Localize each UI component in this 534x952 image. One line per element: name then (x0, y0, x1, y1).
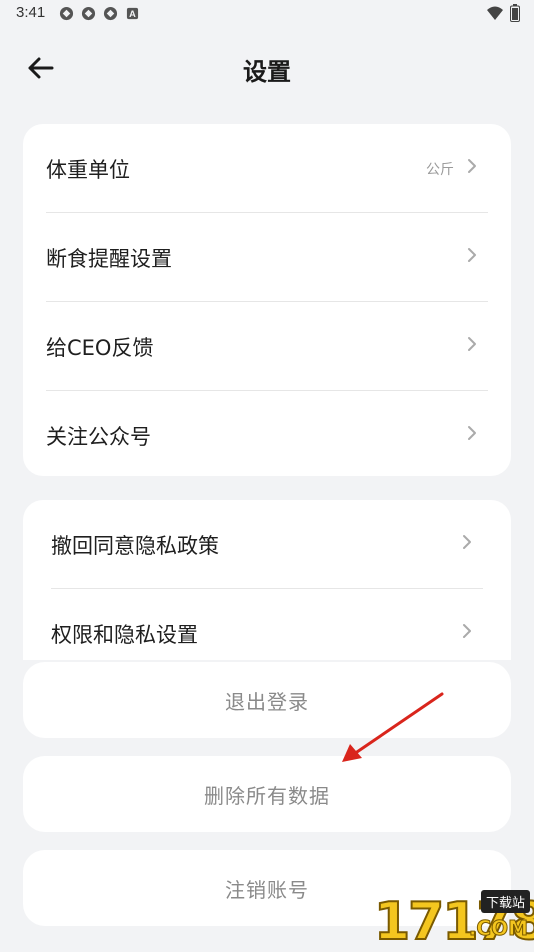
settings-row-feedback-ceo[interactable]: 给CEO反馈 (46, 302, 488, 391)
status-bar: 3:41 A (0, 0, 534, 28)
row-label: 体重单位 (46, 158, 130, 182)
chevron-right-icon (463, 624, 471, 638)
annotation-arrow-icon (342, 692, 444, 762)
row-value: 公斤 (426, 162, 454, 178)
row-label: 撤回同意隐私政策 (51, 534, 219, 558)
app-icon (80, 5, 96, 21)
status-notification-icons: A (58, 5, 140, 21)
chevron-right-icon (468, 248, 476, 262)
logout-label: 退出登录 (225, 689, 309, 714)
settings-row-weight-unit[interactable]: 体重单位 公斤 (46, 124, 488, 213)
chevron-right-icon (468, 337, 476, 351)
svg-text:A: A (129, 9, 136, 19)
settings-row-permissions-privacy[interactable]: 权限和隐私设置 (51, 589, 483, 660)
chevron-right-icon (468, 159, 476, 173)
wifi-icon (486, 5, 504, 25)
header: 设置 (0, 40, 534, 96)
status-right-icons (486, 4, 520, 26)
delete-all-data-label: 删除所有数据 (204, 783, 330, 808)
settings-card-privacy: 撤回同意隐私政策 权限和隐私设置 (23, 500, 511, 660)
settings-row-fasting-reminder[interactable]: 断食提醒设置 (46, 213, 488, 302)
page-title: 设置 (243, 58, 291, 86)
watermark-badge: 下载站 (480, 890, 530, 913)
app-icon (102, 5, 118, 21)
battery-icon (510, 4, 520, 26)
row-label: 关注公众号 (46, 425, 151, 449)
chevron-right-icon (463, 535, 471, 549)
row-label: 断食提醒设置 (46, 247, 172, 271)
cancel-account-label: 注销账号 (225, 877, 309, 902)
row-label: 给CEO反馈 (46, 336, 154, 360)
row-label: 权限和隐私设置 (51, 623, 198, 647)
chevron-right-icon (468, 426, 476, 440)
settings-row-follow-official-account[interactable]: 关注公众号 (46, 391, 488, 476)
settings-row-revoke-privacy-consent[interactable]: 撤回同意隐私政策 (51, 500, 483, 589)
settings-card-general: 体重单位 公斤 断食提醒设置 给CEO反馈 关注公众号 (23, 124, 511, 476)
watermark-sub: .COM (468, 916, 528, 941)
app-icon (58, 5, 74, 21)
notification-a-icon: A (124, 5, 140, 21)
status-time: 3:41 (16, 4, 46, 21)
watermark-logo: 17178 下载站 .COM (304, 880, 534, 952)
